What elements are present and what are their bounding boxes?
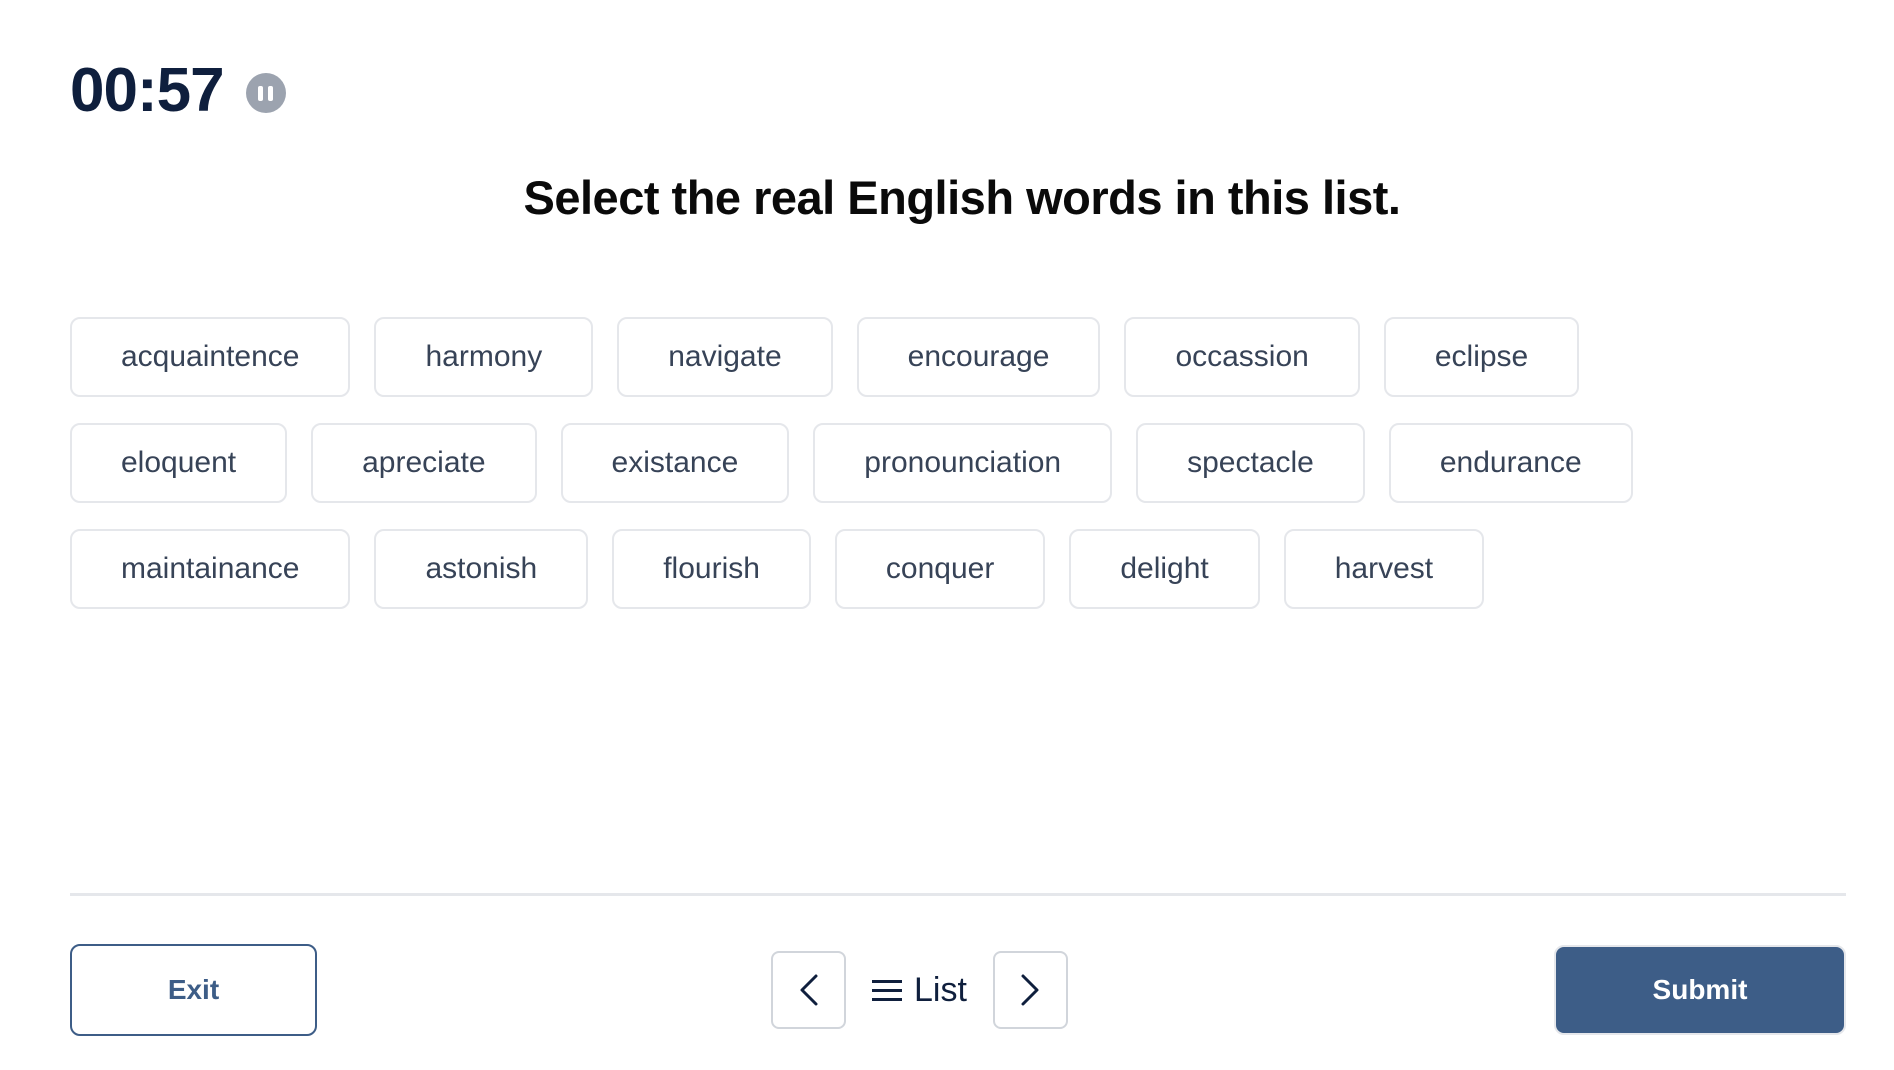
next-button[interactable] xyxy=(992,951,1068,1029)
word-chip[interactable]: existance xyxy=(560,423,790,503)
question-prompt: Select the real English words in this li… xyxy=(523,171,1401,224)
word-row: maintainance astonish flourish conquer d… xyxy=(70,529,1830,609)
question-navigation: List xyxy=(771,951,1068,1029)
word-chip[interactable]: flourish xyxy=(612,529,811,609)
word-chip[interactable]: maintainance xyxy=(70,529,351,609)
pause-button[interactable] xyxy=(245,73,286,113)
word-chip[interactable]: astonish xyxy=(374,529,589,609)
pause-icon xyxy=(258,85,264,101)
word-chip[interactable]: eclipse xyxy=(1383,317,1580,397)
previous-button[interactable] xyxy=(771,951,846,1029)
submit-button[interactable]: Submit xyxy=(1554,945,1846,1035)
timer-area: 00:57 xyxy=(70,60,286,122)
word-row: acquaintence harmony navigate encourage … xyxy=(70,317,1830,397)
word-chip[interactable]: navigate xyxy=(617,317,833,397)
word-chip[interactable]: acquaintence xyxy=(70,317,351,397)
footer-divider xyxy=(70,893,1846,896)
word-chip[interactable]: spectacle xyxy=(1136,423,1365,503)
word-chip[interactable]: apreciate xyxy=(311,423,537,503)
chevron-left-icon xyxy=(800,974,817,1006)
word-choices: acquaintence harmony navigate encourage … xyxy=(70,317,1830,635)
list-label: List xyxy=(914,970,967,1009)
word-chip[interactable]: endurance xyxy=(1388,423,1633,503)
countdown-timer: 00:57 xyxy=(70,56,225,125)
word-chip[interactable]: harvest xyxy=(1283,529,1485,609)
exit-button[interactable]: Exit xyxy=(70,944,317,1036)
word-chip[interactable]: delight xyxy=(1069,529,1260,609)
word-chip[interactable]: occassion xyxy=(1124,317,1360,397)
word-chip[interactable]: harmony xyxy=(374,317,594,397)
word-chip[interactable]: conquer xyxy=(834,529,1046,609)
list-button[interactable]: List xyxy=(846,951,993,1029)
pause-icon-bar xyxy=(268,85,274,101)
word-row: eloquent apreciate existance pronounciat… xyxy=(70,423,1830,503)
chevron-right-icon xyxy=(1021,974,1039,1006)
word-chip[interactable]: eloquent xyxy=(70,423,288,503)
word-chip[interactable]: pronounciation xyxy=(813,423,1113,503)
word-chip[interactable]: encourage xyxy=(856,317,1101,397)
hamburger-icon xyxy=(872,979,902,1001)
